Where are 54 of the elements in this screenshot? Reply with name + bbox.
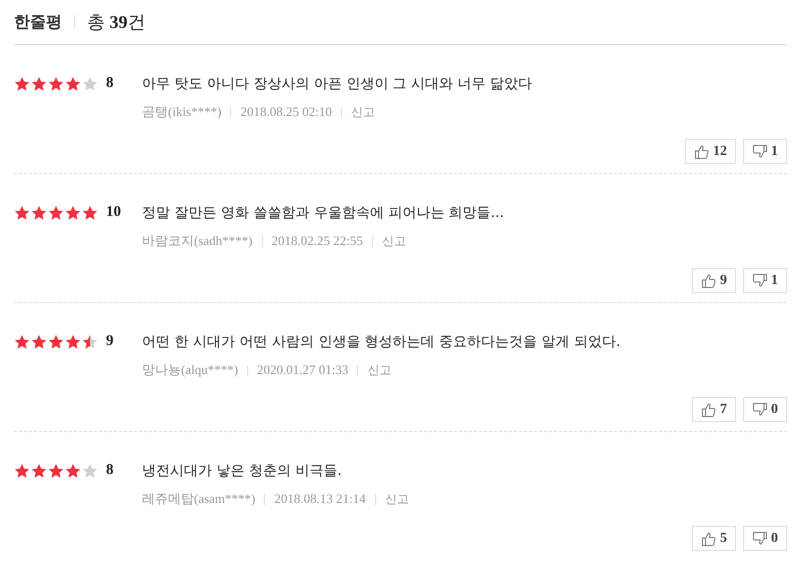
star-icon: [82, 76, 98, 92]
like-button[interactable]: 7: [692, 397, 736, 422]
star-icon: [14, 463, 30, 479]
star-icon: [48, 205, 64, 221]
review-text: 어떤 한 시대가 어떤 사람의 인생을 형성하는데 중요하다는것을 알게 되었다.: [142, 333, 621, 351]
review-date: 2018.08.13 21:14: [274, 491, 366, 507]
like-button[interactable]: 9: [692, 268, 736, 293]
review-date: 2018.08.25 02:10: [240, 104, 332, 120]
star-icon: [31, 205, 47, 221]
star-icon: [48, 334, 64, 350]
rating-score: 10: [106, 204, 122, 221]
like-button[interactable]: 5: [692, 526, 736, 551]
author-name: 망나뇽(alqu****): [142, 361, 238, 379]
dislike-button[interactable]: 0: [743, 397, 787, 422]
review-text: 냉전시대가 낳은 청춘의 비극들.: [142, 462, 343, 480]
star-icon: [82, 205, 98, 221]
thumbs-up-icon: [701, 402, 717, 418]
star-icon: [14, 76, 30, 92]
star-icon: [65, 463, 81, 479]
thumbs-up-icon: [701, 272, 717, 288]
star-icon: [31, 463, 47, 479]
thumbs-down-icon: [752, 272, 768, 288]
star-icon: [65, 334, 81, 350]
review-date: 2018.02.25 22:55: [272, 233, 363, 249]
thumbs-down-icon: [752, 530, 768, 546]
star-icon: [48, 463, 64, 479]
star-icon: [82, 463, 98, 479]
dislike-button[interactable]: 1: [743, 268, 787, 293]
review-count: 총 39건: [87, 11, 146, 34]
star-icon: [82, 334, 98, 350]
star-icon: [14, 334, 30, 350]
rating-score: 8: [106, 462, 114, 479]
rating-score: 9: [106, 333, 114, 350]
rating-score: 8: [106, 75, 114, 92]
star-icon: [65, 205, 81, 221]
author-name: 바람코지(sadh****): [142, 232, 252, 250]
review-date: 2020.01.27 01:33: [257, 362, 348, 378]
thumbs-down-icon: [752, 402, 768, 418]
thumbs-up-icon: [701, 530, 717, 546]
star-icon: [48, 76, 64, 92]
like-button[interactable]: 12: [685, 139, 736, 164]
star-icon: [31, 76, 47, 92]
thumbs-down-icon: [752, 144, 768, 160]
dislike-button[interactable]: 0: [743, 526, 787, 551]
thumbs-up-icon: [694, 144, 710, 160]
author-name: 곰탱(ikis****): [142, 103, 222, 121]
dislike-button[interactable]: 1: [743, 139, 787, 164]
section-title: 한줄평: [14, 12, 62, 32]
review-text: 아무 탓도 아니다 장상사의 아픈 인생이 그 시대와 너무 닮았다: [142, 75, 532, 93]
star-icon: [65, 76, 81, 92]
star-icon: [14, 205, 30, 221]
star-icon: [31, 334, 47, 350]
review-text: 정말 잘만든 영화 쓸쓸함과 우울함속에 피어나는 희망들...: [142, 204, 504, 222]
author-name: 레쥬메탑(asam****): [142, 490, 256, 508]
